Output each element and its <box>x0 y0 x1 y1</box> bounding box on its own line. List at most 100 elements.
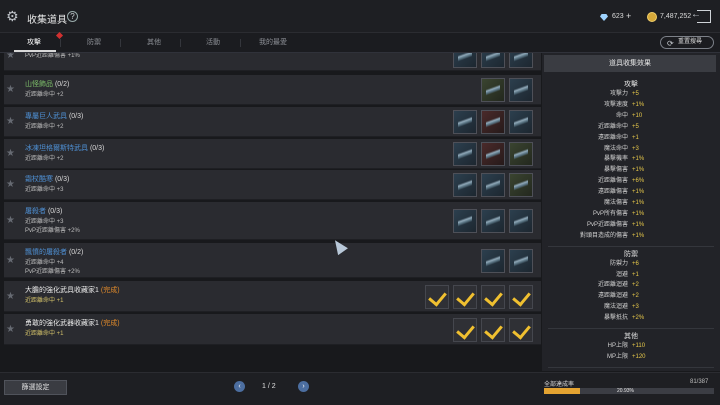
favorite-star-icon[interactable]: ★ <box>6 216 16 226</box>
collection-name: 飄憤的屠殺者 (0/2) <box>25 249 84 256</box>
item-slot-icon[interactable] <box>481 110 505 134</box>
item-slot-icon[interactable] <box>509 142 533 166</box>
favorite-star-icon[interactable]: ★ <box>6 324 16 335</box>
item-slot-icon[interactable] <box>453 110 477 134</box>
collection-row[interactable]: ★ 飄憤的屠殺者 (0/2) 近距離命中 +4 PvP近距離傷害 +2% <box>4 243 541 278</box>
next-page-button[interactable]: › <box>298 381 309 392</box>
collection-row[interactable]: ★ 勇敢的強化武器收藏家1 (完成) 近距離命中 +1 <box>4 314 541 345</box>
bottom-bar: 篩選設定 ‹ 1 / 2 › 全部達成率 81/387 20.93% <box>0 372 720 405</box>
item-slot-icon[interactable] <box>509 173 533 197</box>
tab-event[interactable]: 活動 <box>206 37 220 47</box>
completed-check-icon[interactable] <box>509 284 533 309</box>
favorite-star-icon[interactable]: ★ <box>6 117 16 127</box>
gold-count: 7,487,252 <box>660 13 692 20</box>
effect-stat: 魔法命中 +3 <box>603 145 639 152</box>
weapon-icon <box>458 213 472 229</box>
collection-row[interactable]: ★ 霜杖酷寒 (0/3) 近距離命中 +3 <box>4 170 541 200</box>
achievement-label: 全部達成率 <box>544 382 575 388</box>
effect-stat: 魔法迴避 +3 <box>603 304 639 311</box>
tab-favorites[interactable]: 我的最愛 <box>259 37 287 47</box>
tab-defense[interactable]: 防禦 <box>87 37 101 47</box>
collection-row[interactable]: ★ 專屬巨人武具 (0/3) 近距離命中 +2 <box>4 107 541 137</box>
item-slot-icon[interactable] <box>481 53 505 68</box>
weapon-icon <box>486 146 500 162</box>
section-divider <box>548 328 714 329</box>
collection-row[interactable]: ★ 大膽的強化武具收藏家1 (完成) 近距離命中 +1 <box>4 281 541 312</box>
weapon-icon <box>458 146 472 162</box>
item-slot-icon[interactable] <box>509 78 533 102</box>
favorite-star-icon[interactable]: ★ <box>6 291 16 302</box>
favorite-star-icon[interactable]: ★ <box>6 85 16 95</box>
item-slot-icon[interactable] <box>453 209 477 233</box>
collection-stat: 近距離命中 +3 <box>25 187 64 193</box>
collection-list[interactable]: ★近距離命中 +3PvP近距離傷害 +1% ★山怪飾品 (0/2)近距離命中 +2… <box>4 53 541 345</box>
tab-divider <box>240 39 241 47</box>
item-slot-icon[interactable] <box>509 110 533 134</box>
item-slot-icon[interactable] <box>509 209 533 233</box>
completed-check-icon[interactable] <box>453 317 477 342</box>
collection-row[interactable]: ★ 屠殺者 (0/3) 近距離命中 +3 PvP近距離傷害 +2% <box>4 202 541 240</box>
favorite-star-icon[interactable]: ★ <box>6 53 16 61</box>
section-divider <box>548 245 714 247</box>
completed-check-icon[interactable] <box>481 284 505 309</box>
item-slot-icon[interactable] <box>509 53 533 68</box>
weapon-icon <box>514 177 528 193</box>
item-slot-icon[interactable] <box>453 53 477 68</box>
collection-window: ⚙ 收集道具 ? 623 + 7,487,252 攻擊 防禦 其他 活動 我的最… <box>0 0 720 405</box>
weapon-icon <box>486 114 500 130</box>
weapon-icon <box>486 252 500 269</box>
item-slot-icon[interactable] <box>453 173 477 197</box>
tab-other[interactable]: 其他 <box>147 37 161 47</box>
item-slot-icon[interactable] <box>453 142 477 166</box>
filter-settings-button[interactable]: 篩選設定 <box>4 380 67 395</box>
collection-stat: 近距離命中 +2 <box>25 124 64 130</box>
reset-search-button[interactable]: ⟳ 重置搜尋 <box>660 36 714 49</box>
favorite-star-icon[interactable]: ★ <box>6 180 16 190</box>
collection-effects-panel[interactable]: 道具收集效果 攻擊 攻擊力 +5 攻擊速度 +1% 命中 +10 近距離命中 +5 遠距離命中 +1… <box>542 53 720 371</box>
weapon-icon <box>486 213 500 229</box>
item-slot-icon[interactable] <box>481 173 505 197</box>
refresh-icon: ⟳ <box>667 39 674 48</box>
collection-row[interactable]: ★ 山怪飾品 (0/2) 近距離命中 +2 <box>4 75 541 105</box>
effect-stat: 防禦力 +6 <box>609 260 639 267</box>
item-slot-icon[interactable] <box>481 209 505 233</box>
collection-name: 勇敢的強化武器收藏家1 (完成) <box>25 320 120 327</box>
completed-check-icon[interactable] <box>425 284 449 309</box>
collection-row[interactable]: ★近距離命中 +3PvP近距離傷害 +1% <box>4 53 541 71</box>
item-slot-icon[interactable] <box>481 142 505 166</box>
favorite-star-icon[interactable]: ★ <box>6 255 16 266</box>
item-slot-icon[interactable] <box>481 248 505 273</box>
weapon-icon <box>486 177 500 193</box>
gear-icon[interactable]: ⚙ <box>6 9 20 23</box>
achievement-progress-fill <box>544 388 580 394</box>
favorite-star-icon[interactable]: ★ <box>6 149 16 159</box>
tab-divider <box>120 39 121 47</box>
exit-icon[interactable] <box>691 9 711 23</box>
collection-name: 屠殺者 (0/3) <box>25 208 63 215</box>
effect-stat: 暴擊抵抗 +2% <box>603 315 645 322</box>
effects-section-title: 其他 <box>624 333 638 340</box>
effects-section-title: 防禦 <box>624 250 638 258</box>
help-icon[interactable]: ? <box>67 11 78 22</box>
notification-dot <box>55 31 64 40</box>
tab-divider <box>60 39 61 47</box>
item-slot-icon[interactable] <box>509 248 533 273</box>
prev-page-button[interactable]: ‹ <box>234 381 245 392</box>
effect-stat: 魔法傷害 +1% <box>603 200 645 206</box>
effect-stat: 攻擊速度 +1% <box>603 101 645 108</box>
effects-header: 道具收集效果 <box>544 55 716 72</box>
completed-check-icon[interactable] <box>509 317 533 342</box>
add-diamond-button[interactable]: + <box>626 11 631 21</box>
effect-stat: 對頭目造成的傷害 +1% <box>579 232 645 239</box>
window-title: 收集道具 <box>27 15 67 26</box>
weapon-icon <box>458 53 472 64</box>
collection-name: 冰凍坦格爾斯特武具 (0/3) <box>25 145 105 152</box>
tab-attack[interactable]: 攻擊 <box>27 37 41 47</box>
item-slot-icon[interactable] <box>481 78 505 102</box>
effects-section-title: 攻擊 <box>624 81 638 88</box>
completed-check-icon[interactable] <box>453 284 477 309</box>
weapon-icon <box>514 252 528 269</box>
collection-stat: 近距離命中 +1 <box>25 298 64 304</box>
collection-row[interactable]: ★ 冰凍坦格爾斯特武具 (0/3) 近距離命中 +2 <box>4 139 541 169</box>
completed-check-icon[interactable] <box>481 317 505 342</box>
